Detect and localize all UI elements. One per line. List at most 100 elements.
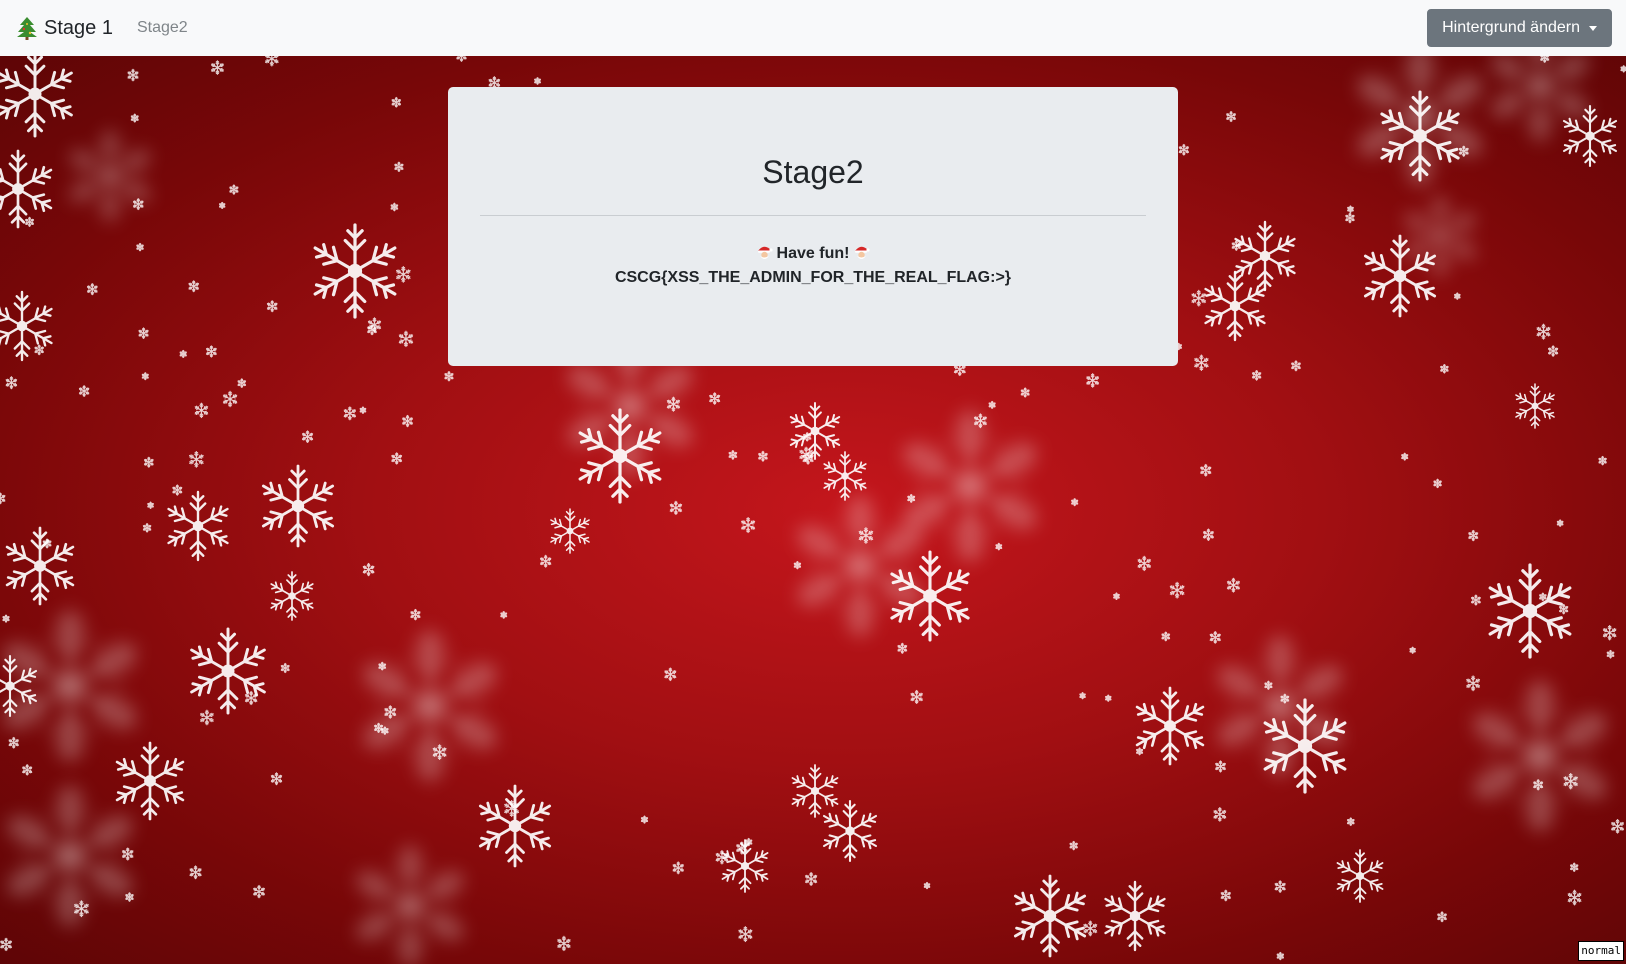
snowflake bbox=[1548, 345, 1559, 357]
snowflake bbox=[34, 344, 44, 356]
snowflake bbox=[1215, 760, 1226, 773]
snowflake bbox=[550, 508, 590, 554]
snowflake bbox=[1409, 646, 1416, 654]
snowflake bbox=[86, 283, 98, 296]
snowflake bbox=[280, 662, 290, 674]
snowflake bbox=[988, 400, 996, 409]
brand-label: Stage 1 bbox=[44, 16, 113, 39]
snowflake bbox=[1202, 528, 1214, 542]
santa-icon-right bbox=[855, 246, 871, 259]
snowflake bbox=[1347, 205, 1354, 213]
snowflake bbox=[0, 492, 6, 505]
snowflake bbox=[1083, 920, 1098, 937]
snowflake bbox=[237, 378, 247, 388]
snowflake bbox=[179, 349, 187, 359]
flag-text: CSCG{XSS_THE_ADMIN_FOR_THE_REAL_FLAG:>} bbox=[614, 269, 1012, 286]
snowflake bbox=[194, 402, 209, 419]
stage-card: Stage2 Have fun! CSCG{XSS_THE_ADMIN_FOR_… bbox=[448, 87, 1178, 366]
snowflake bbox=[995, 542, 1003, 551]
snowflake bbox=[188, 280, 199, 293]
snowflake bbox=[1611, 818, 1624, 834]
snowflake bbox=[664, 667, 677, 682]
snowflake bbox=[672, 861, 684, 875]
snowflake bbox=[398, 330, 414, 348]
card-divider bbox=[480, 215, 1146, 216]
snowflake bbox=[1264, 680, 1273, 690]
snowflake bbox=[1169, 581, 1185, 599]
snowflake bbox=[1178, 143, 1190, 156]
snowflake bbox=[0, 149, 53, 229]
snowflake bbox=[478, 784, 552, 868]
card-title: Stage2 bbox=[762, 154, 864, 190]
snowflake bbox=[1086, 373, 1100, 388]
snowflake bbox=[138, 327, 149, 339]
snowflake bbox=[907, 493, 916, 503]
snowflake bbox=[1437, 911, 1447, 923]
snowflake bbox=[1562, 104, 1618, 168]
snowflake bbox=[823, 451, 867, 501]
nav-link-stage2[interactable]: Stage2 bbox=[137, 19, 188, 37]
snowflake bbox=[0, 937, 12, 952]
snowflake bbox=[396, 266, 411, 283]
snowflake bbox=[1204, 270, 1266, 342]
snowflake bbox=[142, 523, 152, 533]
snowflake bbox=[270, 571, 314, 621]
snowflake bbox=[1136, 747, 1144, 756]
snowflake bbox=[266, 300, 278, 313]
snowflake bbox=[1251, 369, 1262, 381]
snowflake bbox=[1276, 951, 1285, 961]
snowflake bbox=[1559, 603, 1569, 615]
snowflake bbox=[301, 430, 314, 444]
snowflake bbox=[1556, 519, 1564, 527]
snowflake bbox=[758, 450, 768, 462]
snowflake bbox=[728, 449, 738, 460]
blurred-snowflake bbox=[362, 628, 498, 784]
snowflake bbox=[200, 709, 214, 726]
snowflake bbox=[709, 392, 721, 405]
snowflake bbox=[5, 526, 75, 606]
mode-badge: normal bbox=[1578, 941, 1624, 961]
snowflake bbox=[270, 772, 283, 786]
snowflake bbox=[402, 414, 413, 428]
snowflake bbox=[384, 705, 397, 719]
snowflake bbox=[1226, 577, 1240, 593]
snowflake bbox=[78, 385, 90, 398]
snowflake bbox=[1234, 220, 1296, 292]
have-fun-line: Have fun! bbox=[480, 242, 1146, 266]
snowflake bbox=[125, 892, 134, 902]
snowflake bbox=[1161, 631, 1171, 642]
snowflake bbox=[1194, 354, 1209, 371]
snowflake bbox=[1226, 110, 1236, 123]
snowflake bbox=[264, 56, 279, 67]
brand-link[interactable]: Stage 1 bbox=[16, 16, 113, 40]
snowflake bbox=[1213, 807, 1227, 822]
snowflake bbox=[738, 926, 753, 943]
snowflake bbox=[130, 113, 139, 123]
snowflake bbox=[2, 614, 10, 623]
change-background-dropdown[interactable]: Hintergrund ändern bbox=[1427, 9, 1612, 47]
snowflake bbox=[745, 837, 753, 847]
snowflake bbox=[1200, 463, 1212, 477]
snowflake bbox=[1515, 383, 1555, 429]
snowflake bbox=[666, 396, 681, 412]
snowflake bbox=[1069, 840, 1078, 851]
snowflake bbox=[1013, 874, 1087, 958]
snowflake bbox=[189, 450, 204, 468]
snowflake bbox=[362, 562, 375, 577]
snowflake bbox=[822, 799, 878, 863]
snowflake bbox=[394, 161, 404, 173]
have-fun-text: Have fun! bbox=[776, 245, 850, 262]
snowflake bbox=[359, 406, 367, 414]
blurred-snowflake bbox=[1472, 678, 1608, 834]
snowflake bbox=[205, 345, 217, 358]
snowflake bbox=[578, 408, 662, 504]
snowflake bbox=[1113, 592, 1120, 601]
snowflake bbox=[1345, 212, 1355, 224]
snowflake bbox=[410, 608, 421, 621]
snowflake bbox=[343, 406, 357, 421]
snowflake bbox=[741, 516, 756, 534]
snowflake bbox=[897, 642, 908, 654]
blurred-snowflake bbox=[355, 843, 465, 964]
snowflake bbox=[391, 96, 402, 108]
snowflake bbox=[253, 884, 265, 899]
